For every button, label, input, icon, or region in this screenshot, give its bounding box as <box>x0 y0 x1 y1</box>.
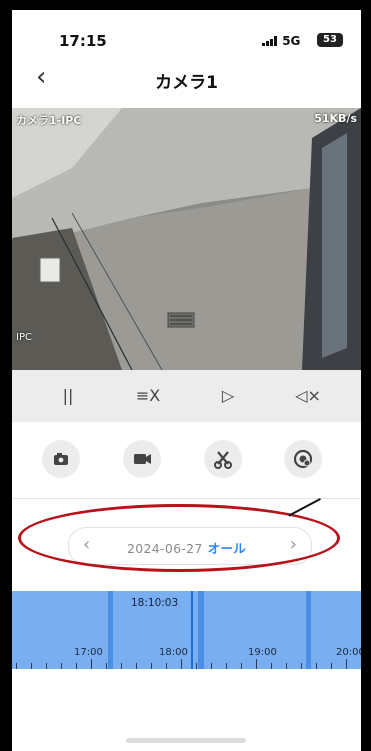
page-title: カメラ1 <box>155 73 218 93</box>
recording-segment <box>108 591 113 669</box>
video-player[interactable]: カメラ1-IPC 51KB/s IPC <box>12 108 361 370</box>
current-time-label: 18:10:03 <box>131 597 179 609</box>
timeline-tick <box>91 659 92 669</box>
play-button[interactable]: ▷ <box>214 383 242 409</box>
status-bar: 17:15 5G 53 <box>12 10 361 54</box>
phone-screen: 17:15 5G 53 ‹ カメラ1 カメラ1-IPC 51KB/s IPC |… <box>12 10 361 751</box>
nav-bar: ‹ カメラ1 <box>12 54 361 108</box>
home-indicator <box>126 738 246 743</box>
video-frame-image <box>12 108 361 370</box>
recording-segment <box>306 591 311 669</box>
bottom-area <box>12 669 361 751</box>
timeline-tick <box>256 659 257 669</box>
status-time: 17:15 <box>59 32 107 50</box>
timeline-label: 19:00 <box>248 647 277 658</box>
camera-name-overlay: カメラ1-IPC <box>16 114 82 127</box>
camera-icon <box>54 453 68 465</box>
timeline-label: 18:00 <box>159 647 188 658</box>
playback-timeline[interactable]: 17:00 18:00 19:00 20:00 18:10:03 <box>12 591 361 669</box>
recording-segment <box>198 591 204 669</box>
timeline-label: 17:00 <box>74 647 103 658</box>
corner-label-overlay: IPC <box>16 332 32 343</box>
timeline-tick <box>181 659 182 669</box>
talk-button[interactable] <box>284 440 322 478</box>
timeline-tick <box>346 659 347 669</box>
talk-icon <box>293 449 313 469</box>
signal-icon <box>262 36 277 46</box>
video-icon <box>134 454 151 464</box>
clip-button[interactable] <box>204 440 242 478</box>
timeline-cursor[interactable] <box>191 591 193 669</box>
signal-indicator: 5G <box>262 34 300 48</box>
bitrate-overlay: 51KB/s <box>314 112 357 125</box>
speed-button[interactable]: ≡X <box>134 383 162 409</box>
scissors-icon <box>214 451 232 469</box>
record-button[interactable] <box>123 440 161 478</box>
playback-controls: || ≡X ▷ ◁× <box>12 370 361 423</box>
action-bar <box>12 422 361 499</box>
battery-icon: 53 <box>317 33 343 47</box>
timeline-label: 20:00 <box>336 647 361 658</box>
pause-button[interactable]: || <box>54 383 82 409</box>
network-type: 5G <box>282 34 301 48</box>
mute-button[interactable]: ◁× <box>294 383 322 409</box>
snapshot-button[interactable] <box>42 440 80 478</box>
